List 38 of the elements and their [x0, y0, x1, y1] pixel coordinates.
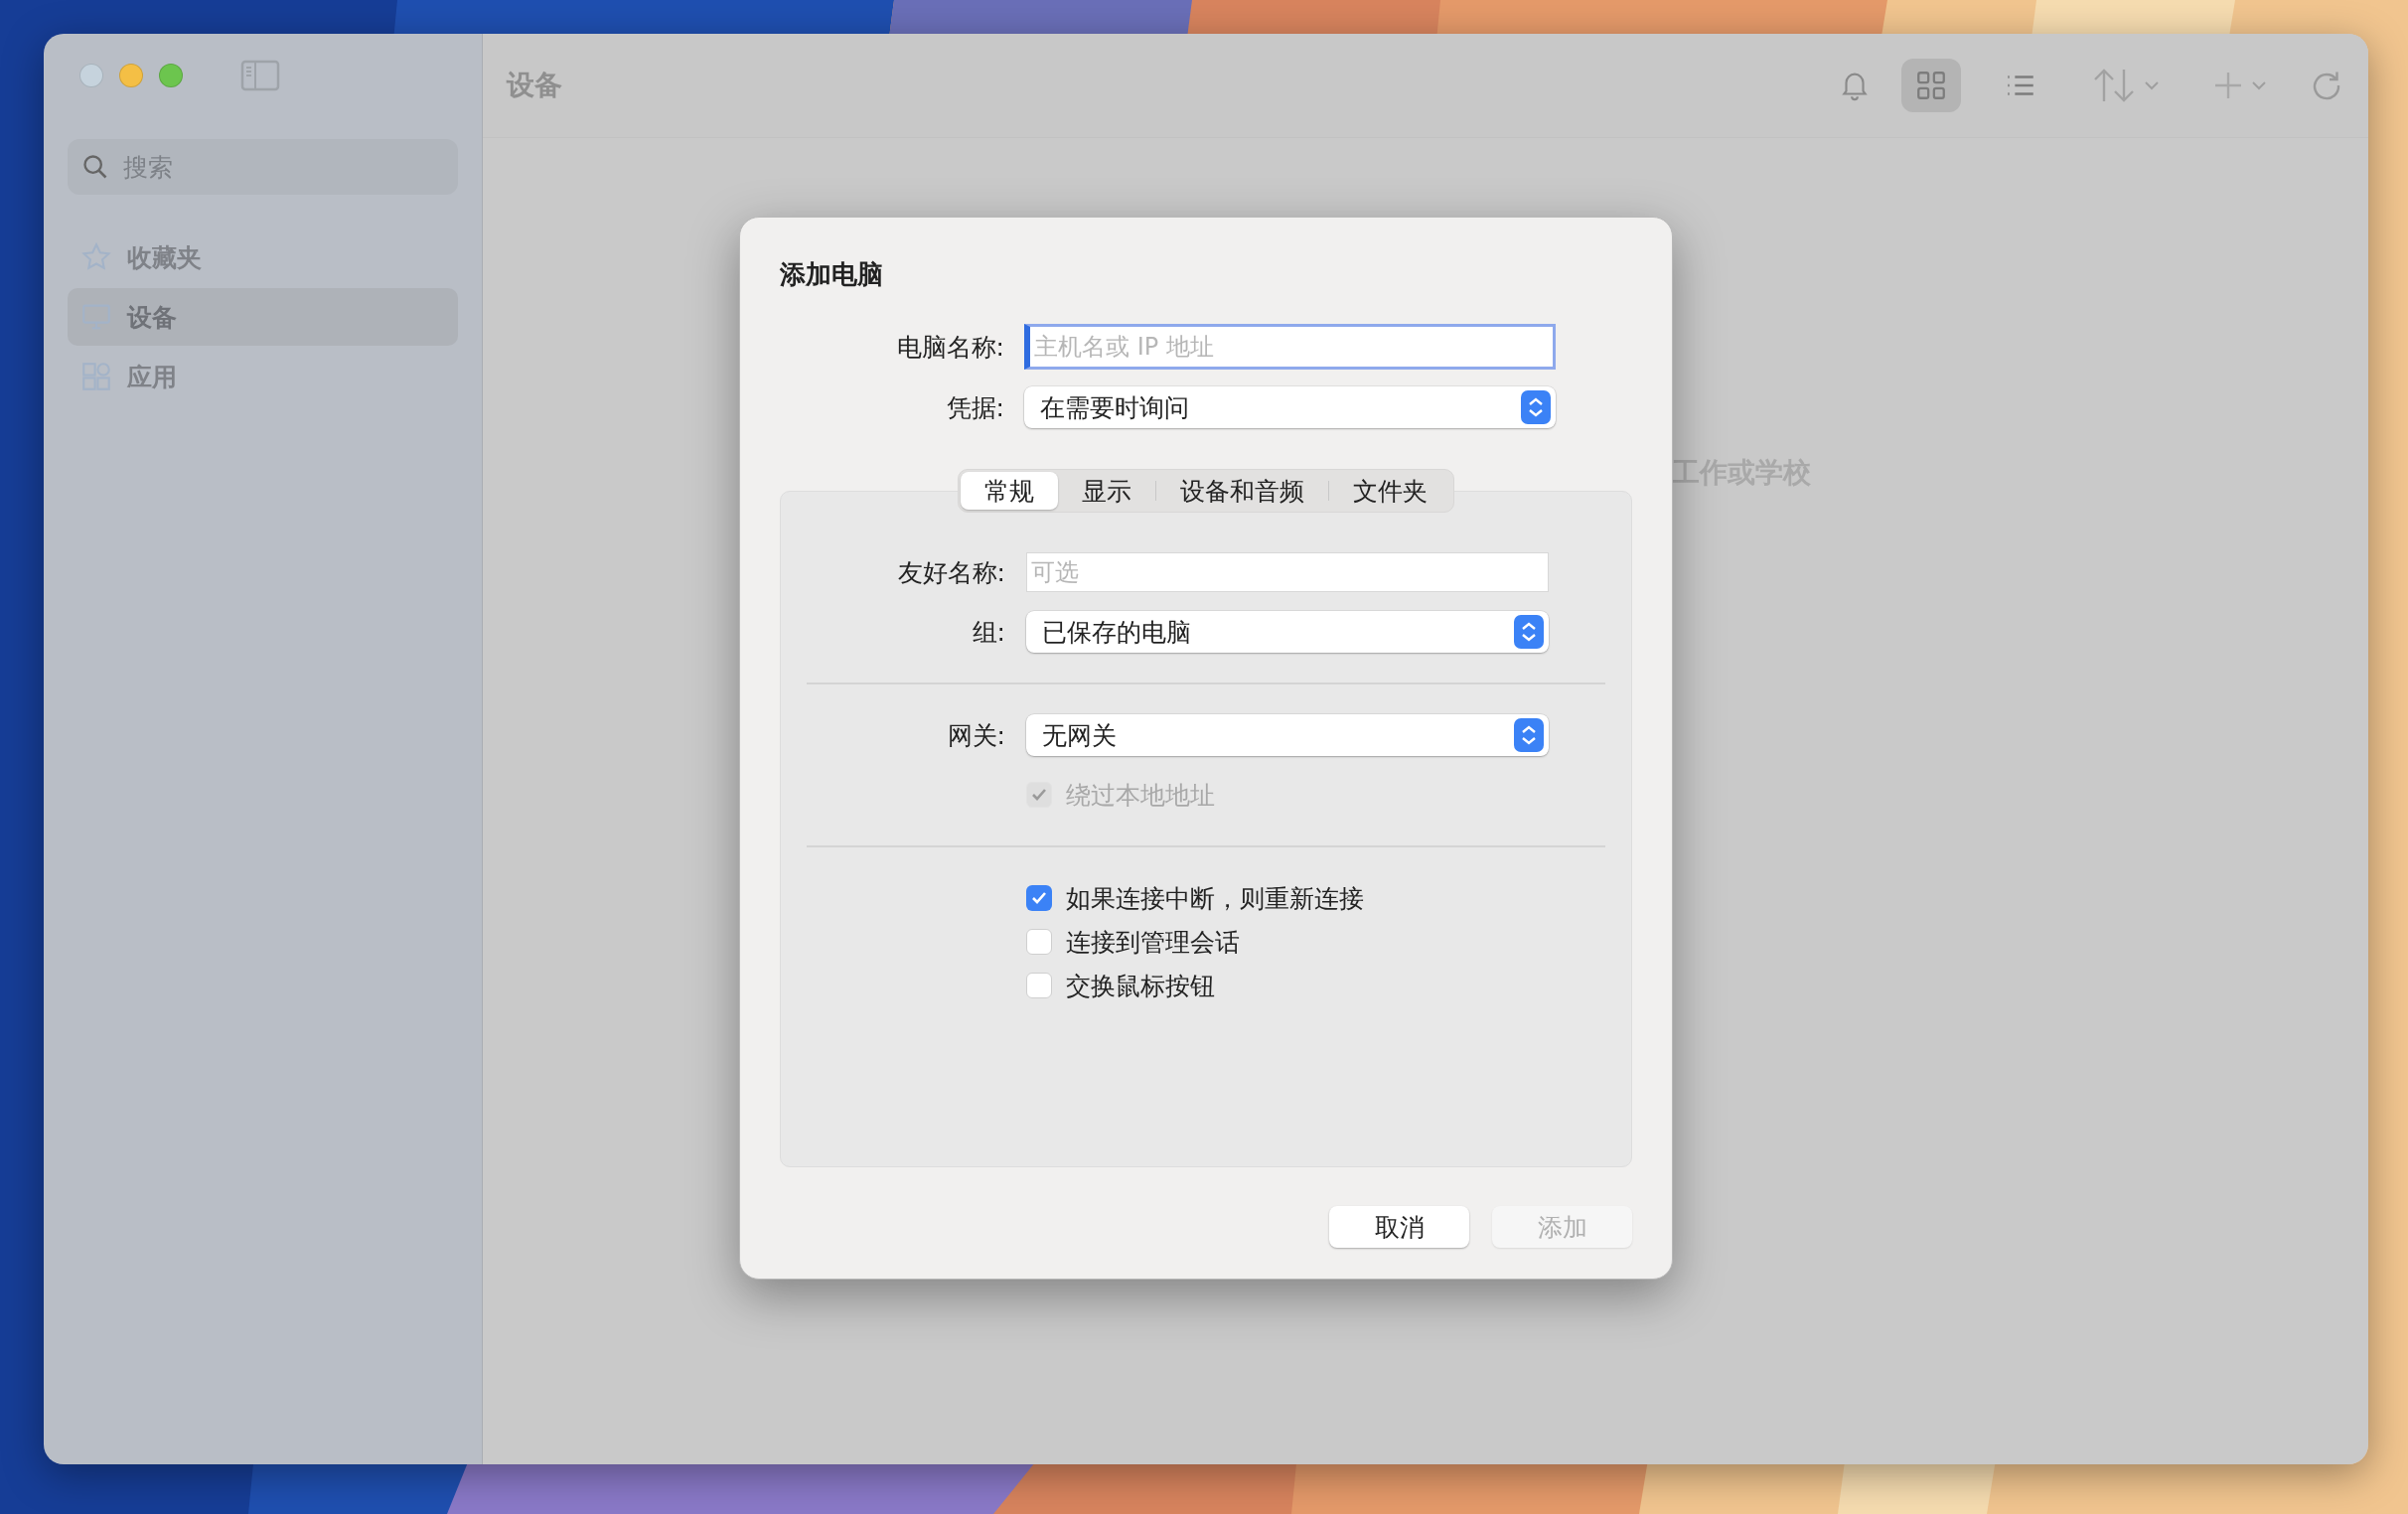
plus-icon [2213, 71, 2243, 100]
field-label: 组: [971, 616, 1005, 649]
checkbox-label: 连接到管理会话 [1066, 926, 1240, 959]
tab[interactable]: 常规 [961, 472, 1058, 510]
chevron-icon [2144, 79, 2160, 91]
grid-icon [1914, 69, 1948, 102]
dialog-button[interactable]: 取消 [1329, 1206, 1469, 1248]
checkbox[interactable] [1026, 973, 1052, 998]
tab[interactable]: 显示 [1058, 472, 1155, 510]
stepper-icon [1514, 615, 1544, 649]
dropdown[interactable]: 已保存的电脑 [1026, 611, 1549, 653]
view-toggle-button[interactable] [1901, 59, 1961, 112]
checkbox-label: 如果连接中断，则重新连接 [1066, 882, 1364, 915]
text-field[interactable]: 主机名或 IP 地址 [1024, 324, 1556, 370]
tab[interactable]: 设备和音频 [1156, 472, 1328, 510]
zoom-icon[interactable] [159, 64, 183, 87]
checkbox[interactable] [1026, 929, 1052, 955]
dropdown[interactable]: 在需要时询问 [1024, 386, 1556, 428]
stepper-icon [1514, 718, 1544, 752]
field-label: 凭据: [945, 391, 1004, 424]
stepper-icon [1521, 390, 1551, 424]
tab[interactable]: 文件夹 [1329, 472, 1451, 510]
field-label: 电脑名称: [895, 331, 1004, 364]
field-label: 网关: [946, 719, 1005, 752]
minimize-icon[interactable] [119, 64, 143, 87]
field-label: 友好名称: [896, 556, 1005, 589]
search-icon [81, 153, 109, 181]
close-icon[interactable] [79, 64, 103, 87]
sidebar-toggle-icon[interactable] [240, 60, 280, 91]
checkbox-label: 绕过本地地址 [1066, 779, 1215, 812]
window-title: 设备 [507, 68, 563, 103]
text-field[interactable]: 可选 [1026, 552, 1549, 592]
chevron-icon [2251, 79, 2267, 91]
dropdown[interactable]: 无网关 [1026, 714, 1549, 756]
dialog-title: 添加电脑 [780, 258, 884, 291]
checkbox-label: 交换鼠标按钮 [1066, 970, 1215, 1002]
checkbox[interactable] [1026, 885, 1052, 911]
sort-arrows-icon [2092, 68, 2136, 103]
